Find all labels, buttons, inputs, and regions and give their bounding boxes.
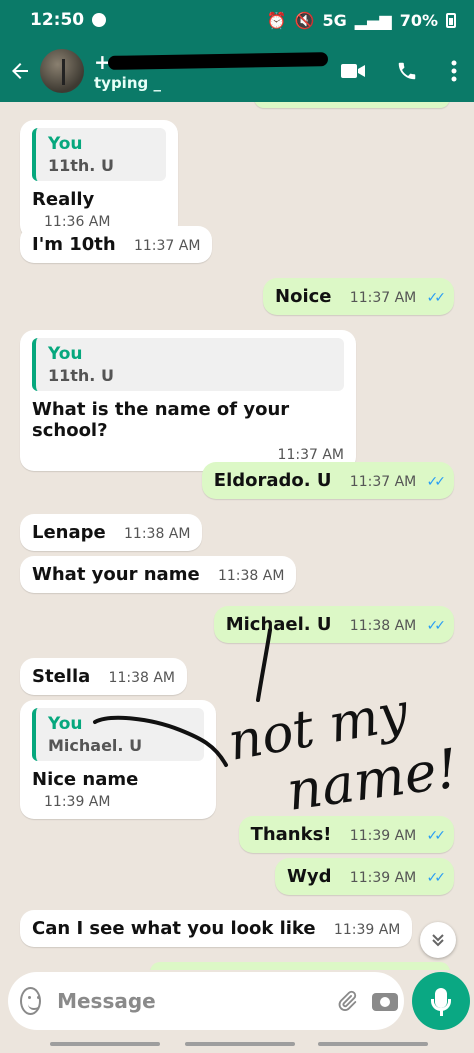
chat-header: + typing _	[0, 40, 474, 102]
system-nav-bar	[0, 1038, 474, 1053]
message-text: Nice name	[32, 769, 139, 790]
battery-icon	[446, 12, 456, 28]
alarm-icon: ⏰	[266, 10, 287, 30]
phone-icon[interactable]	[380, 40, 434, 102]
message-text: Stella	[32, 666, 91, 687]
message-text: What is the name of your school?	[32, 399, 290, 441]
message-bubble[interactable]: Can I see what you look like 11:39 AM	[20, 910, 413, 947]
message-time: 11:39 AM	[44, 794, 111, 810]
double-check-icon: ✓✓	[426, 290, 447, 306]
message-time: 11:37 AM	[349, 474, 417, 490]
message-time: 11:37 AM	[133, 238, 201, 254]
message-time: 11:38 AM	[124, 526, 191, 542]
status-right: ⏰ 🔇 5G ▂▄▆ 70%	[267, 11, 456, 30]
message-text: What your name	[32, 564, 200, 585]
message-text: Noice	[275, 286, 332, 307]
message-time: 11:38 AM	[108, 670, 175, 686]
message-text: Can I see what you look like	[32, 918, 316, 939]
message-bubble[interactable]: What your name 11:38 AM	[20, 556, 297, 593]
contact-info[interactable]: + typing _	[94, 50, 329, 92]
message-time: 11:38 AM	[349, 618, 417, 634]
partial-message	[254, 102, 450, 108]
quote-author: You	[48, 344, 83, 364]
double-check-icon: ✓✓	[426, 618, 447, 634]
message-bubble[interactable]: You 11th. U Really 11:36 AM	[20, 120, 178, 239]
microphone-icon[interactable]	[412, 972, 470, 1030]
message-bubble[interactable]: You 11th. U What is the name of your sch…	[20, 330, 356, 471]
message-text: Thanks!	[250, 824, 332, 845]
chevron-double-down-icon[interactable]	[420, 922, 456, 958]
double-check-icon: ✓✓	[426, 828, 447, 844]
message-input[interactable]	[57, 989, 337, 1013]
message-text: Michael. U	[225, 614, 332, 635]
more-vert-icon[interactable]	[434, 40, 474, 102]
partial-message	[150, 962, 450, 970]
message-text: Wyd	[287, 866, 332, 887]
message-composer	[8, 972, 404, 1030]
message-bubble[interactable]: Noice 11:37 AM ✓✓	[263, 278, 454, 315]
contact-status: typing _	[94, 74, 161, 92]
quote-text: Michael. U	[48, 736, 143, 755]
quote-author: You	[48, 134, 83, 154]
redaction-scribble	[107, 52, 329, 70]
paperclip-icon[interactable]	[336, 987, 358, 1015]
message-time: 11:37 AM	[349, 290, 417, 306]
reply-quote[interactable]: You 11th. U	[32, 338, 344, 391]
double-check-icon: ✓✓	[426, 870, 447, 886]
message-text: Really	[32, 189, 95, 210]
message-text: Eldorado. U	[213, 470, 332, 491]
camera-icon[interactable]	[372, 989, 398, 1013]
message-time: 11:38 AM	[217, 568, 285, 584]
message-bubble[interactable]: Thanks! 11:39 AM ✓✓	[238, 816, 454, 853]
message-bubble[interactable]: Wyd 11:39 AM ✓✓	[275, 858, 454, 895]
message-bubble[interactable]: You Michael. U Nice name 11:39 AM	[20, 700, 216, 819]
status-time: 12:50	[30, 10, 85, 30]
quote-text: 11th. U	[48, 156, 114, 175]
message-time: 11:37 AM	[277, 447, 344, 463]
network-label: 5G	[322, 10, 347, 30]
double-check-icon: ✓✓	[426, 474, 447, 490]
status-bar: 12:50 ⏰ 🔇 5G ▂▄▆ 70%	[0, 0, 474, 40]
message-bubble[interactable]: Eldorado. U 11:37 AM ✓✓	[201, 462, 454, 499]
video-call-icon[interactable]	[326, 40, 380, 102]
contact-avatar[interactable]	[40, 49, 84, 93]
message-text: Lenape	[32, 522, 106, 543]
chat-area[interactable]: You 11th. U Really 11:36 AM I'm 10th 11:…	[0, 102, 474, 970]
message-text: I'm 10th	[32, 234, 116, 255]
message-bubble[interactable]: I'm 10th 11:37 AM	[20, 226, 213, 263]
message-time: 11:39 AM	[349, 870, 417, 886]
quote-author: You	[48, 714, 83, 734]
message-bubble[interactable]: Michael. U 11:38 AM ✓✓	[213, 606, 454, 643]
reply-quote[interactable]: You Michael. U	[32, 708, 204, 761]
quote-text: 11th. U	[48, 366, 114, 385]
emoji-icon[interactable]	[20, 987, 42, 1015]
app-notification-icon	[92, 13, 107, 27]
battery-label: 70%	[399, 10, 438, 30]
message-time: 11:39 AM	[333, 922, 401, 938]
message-bubble[interactable]: Lenape 11:38 AM	[20, 514, 203, 551]
message-bubble[interactable]: Stella 11:38 AM	[20, 658, 187, 695]
arrow-left-icon[interactable]	[0, 40, 40, 102]
message-time: 11:39 AM	[349, 828, 417, 844]
nav-recent[interactable]	[50, 1042, 160, 1046]
contact-name: +	[94, 50, 329, 74]
signal-icon: ▂▄▆	[354, 10, 392, 30]
reply-quote[interactable]: You 11th. U	[32, 128, 166, 181]
mute-icon: 🔇	[294, 10, 315, 30]
nav-home[interactable]	[185, 1042, 295, 1046]
nav-back[interactable]	[318, 1042, 428, 1046]
mic-stem	[439, 1010, 443, 1016]
